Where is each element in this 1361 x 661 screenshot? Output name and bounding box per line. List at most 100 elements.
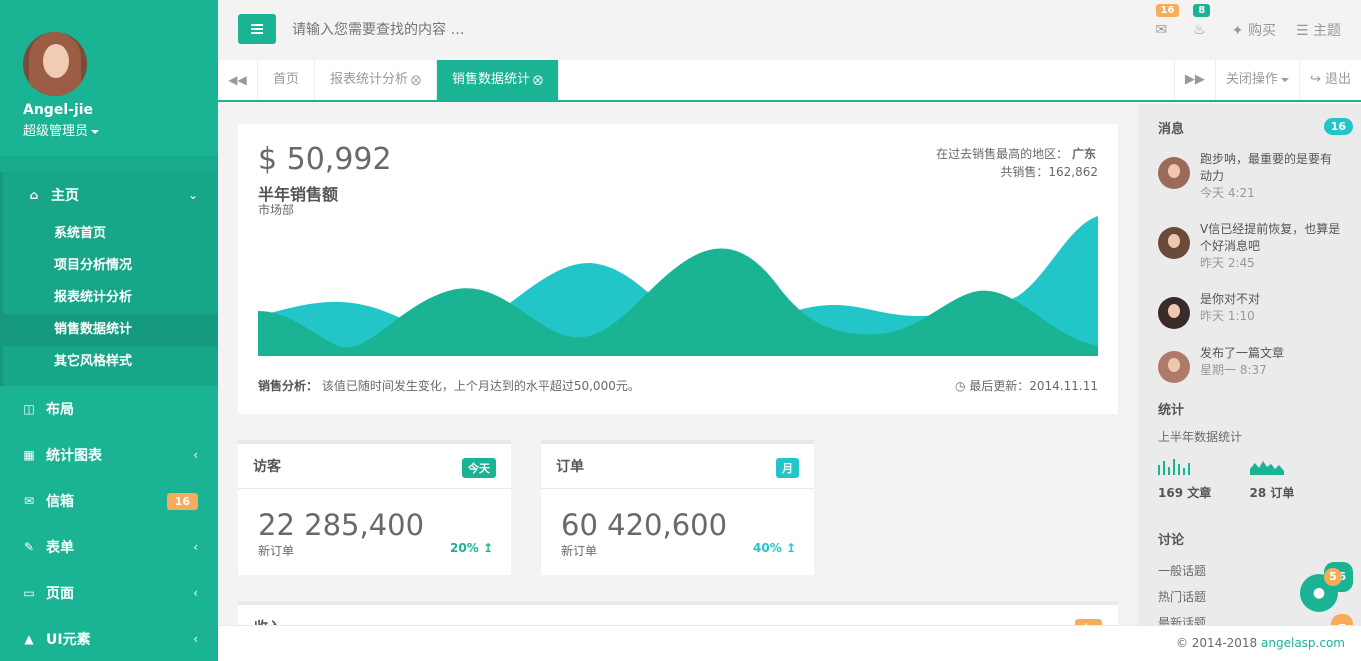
mailbox-count-badge: 16 — [166, 492, 198, 510]
orders-card: 订单 月 60 420,600 新订单 40% ↥ — [541, 440, 814, 575]
close-icon[interactable]: ⨂ — [411, 75, 421, 86]
message-item[interactable]: 跑步呐，最重要的是要有动力 今天 4:21 — [1158, 151, 1341, 221]
signout-icon: ↪ — [1309, 72, 1321, 87]
nav-item-label: 页面 — [46, 586, 74, 602]
tab-label: 销售数据统计 — [452, 72, 531, 87]
flask-icon: ▲ — [24, 632, 34, 646]
bell-icon: ♨ — [1193, 22, 1206, 38]
menu-toggle-button[interactable] — [238, 14, 276, 44]
message-item[interactable]: 发布了一篇文章 星期一 8:37 — [1158, 345, 1341, 399]
topbar: ✉ 16 ♨ 8 ✦ 购买 ☰ 主题 — [218, 0, 1361, 60]
nav-item-label: UI元素 — [46, 632, 91, 648]
close-icon[interactable]: ⨂ — [533, 75, 543, 86]
discuss-title: 讨论 — [1158, 533, 1185, 548]
footer: © 2014-2018 angelasp.com — [218, 625, 1361, 661]
search-input[interactable] — [284, 12, 684, 48]
right-sidebar: 消息 16 跑步呐，最重要的是要有动力 今天 4:21 V信已经提前恢复，也算是个好… — [1138, 104, 1361, 625]
alert-button[interactable]: ♨ 8 — [1193, 4, 1211, 38]
sub-item-sales[interactable]: 销售数据统计 — [3, 314, 218, 346]
sales-analysis: 销售分析： 该值已随时间发生变化，上个月达到的水平超过50,000元。 — [258, 377, 640, 394]
user-role-dropdown[interactable]: 超级管理员 — [23, 120, 218, 139]
close-ops-label: 关闭操作 — [1225, 72, 1278, 87]
stat-orders: 28 订单 — [1249, 459, 1342, 501]
period-badge: 月 — [776, 458, 799, 478]
mail-button[interactable]: ✉ 16 — [1155, 4, 1180, 38]
messages-count-badge: 16 — [1323, 118, 1353, 135]
topic-label: 一般话题 — [1158, 564, 1207, 578]
sparkline-bar-icon — [1158, 459, 1190, 475]
nav-item-forms[interactable]: ✎ 表单 ‹ — [0, 524, 218, 570]
arrow-up-icon: ↥ — [482, 541, 493, 555]
comments-icon: ● — [1312, 585, 1326, 601]
chevron-left-icon: ‹ — [193, 586, 198, 600]
nav-item-label: 信箱 — [46, 494, 74, 510]
stats-title: 统计 — [1158, 403, 1185, 418]
nav-item-label: 主页 — [51, 188, 79, 204]
cart-icon: ✦ — [1231, 23, 1244, 39]
mail-count-badge: 16 — [1155, 4, 1180, 17]
topic-label: 最新话题 — [1158, 616, 1207, 625]
close-ops-dropdown[interactable]: 关闭操作 — [1214, 60, 1299, 100]
nav-item-layout[interactable]: ◫ 布局 — [0, 386, 218, 432]
sub-item-report[interactable]: 报表统计分析 — [3, 282, 218, 314]
stat-articles: 169 文章 — [1158, 459, 1250, 501]
user-role: 超级管理员 — [23, 124, 89, 139]
nav-item-pages[interactable]: ▭ 页面 ‹ — [0, 570, 218, 616]
tabs-bar: ◀◀ 首页 报表统计分析 ⨂ 销售数据统计 ⨂ ▶▶ 关闭操作 ↪ 退出 — [218, 60, 1361, 102]
bar-chart-icon: ▦ — [23, 448, 35, 462]
top-region-label: 在过去销售最高的地区： — [936, 147, 1069, 161]
nav-item-ui[interactable]: ▲ UI元素 ‹ — [0, 616, 218, 661]
tab-home[interactable]: 首页 — [258, 60, 316, 100]
sub-item-project-analysis[interactable]: 项目分析情况 — [3, 250, 218, 282]
nav-item-mailbox[interactable]: ✉ 信箱 16 — [0, 478, 218, 524]
visitors-value: 22 285,400 — [258, 508, 425, 542]
avatar — [1158, 351, 1190, 383]
tab-sales[interactable]: 销售数据统计 ⨂ — [437, 60, 560, 100]
arrow-up-icon: ↥ — [785, 541, 796, 555]
visitors-pct: 20% ↥ — [450, 541, 493, 555]
theme-label: 主题 — [1313, 23, 1341, 39]
buy-link[interactable]: ✦ 购买 — [1232, 20, 1276, 40]
caret-down-icon — [1280, 77, 1289, 82]
chevron-down-icon: ⌄ — [187, 188, 198, 202]
buy-label: 购买 — [1247, 23, 1276, 39]
last-updated: ◷ 最后更新：2014.11.11 — [955, 377, 1098, 394]
sub-item-other-styles[interactable]: 其它风格样式 — [3, 346, 218, 378]
topic-item[interactable]: 最新话题 7 — [1158, 610, 1353, 625]
message-item[interactable]: 是你对不对 昨天 1:10 — [1158, 291, 1341, 345]
top-region: 在过去销售最高的地区： 广东 — [936, 145, 1096, 162]
topic-label: 热门话题 — [1158, 590, 1207, 604]
logout-label: 退出 — [1324, 72, 1351, 87]
message-item[interactable]: V信已经提前恢复，也算是个好消息吧 昨天 2:45 — [1158, 221, 1341, 291]
chevron-left-icon: ‹ — [193, 540, 198, 554]
footer-link[interactable]: angelasp.com — [1261, 636, 1345, 650]
envelope-icon: ✉ — [23, 494, 35, 508]
visitors-label: 新订单 — [258, 544, 295, 558]
chevron-left-icon: ‹ — [193, 632, 198, 646]
sub-item-system-home[interactable]: 系统首页 — [3, 218, 218, 250]
columns-icon: ◫ — [23, 402, 35, 416]
series-green-area — [258, 248, 1098, 356]
sales-amount: $ 50,992 — [258, 142, 392, 177]
stat-orders-label: 28 订单 — [1249, 486, 1295, 500]
nav-item-home[interactable]: ⌂ 主页 ⌄ — [3, 172, 218, 218]
message-text: 跑步呐，最重要的是要有动力 — [1200, 152, 1333, 183]
avatar[interactable] — [23, 32, 87, 96]
logout-button[interactable]: ↪ 退出 — [1298, 60, 1361, 100]
updated-text: 最后更新：2014.11.11 — [969, 379, 1098, 393]
nav-item-charts[interactable]: ▦ 统计图表 ‹ — [0, 432, 218, 478]
nav-item-label: 表单 — [46, 540, 74, 556]
topic-count-badge: 7 — [1331, 614, 1353, 625]
avatar — [1158, 157, 1190, 189]
chat-button[interactable]: ● 5 — [1300, 568, 1342, 612]
tab-scroll-left-button[interactable]: ◀◀ — [218, 60, 258, 100]
theme-link[interactable]: ☰ 主题 — [1296, 20, 1341, 40]
edit-icon: ✎ — [23, 540, 35, 554]
tab-report[interactable]: 报表统计分析 ⨂ — [315, 60, 438, 100]
orders-label: 新订单 — [561, 544, 598, 558]
profile: Angel-jie 超级管理员 — [0, 0, 218, 156]
tab-scroll-right-button[interactable]: ▶▶ — [1173, 60, 1215, 100]
analysis-label: 销售分析： — [258, 379, 319, 393]
avatar — [1158, 227, 1190, 259]
messages-title: 消息 — [1158, 122, 1185, 137]
